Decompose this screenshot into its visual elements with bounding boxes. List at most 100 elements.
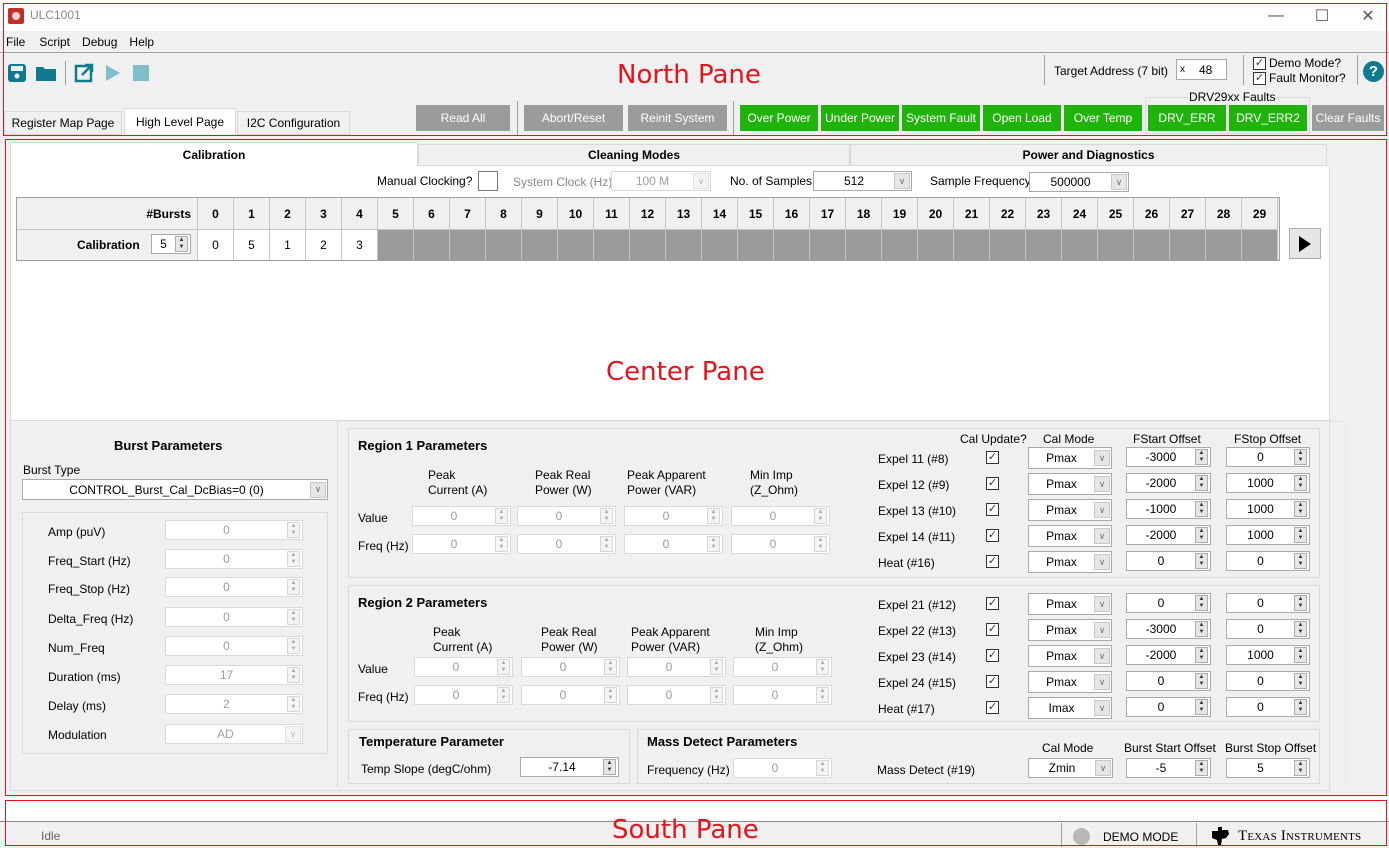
burst-field-spinner[interactable]: 0 ▲ ▼	[165, 577, 303, 597]
fstop-offset-spinner[interactable]: 1000 ▲ ▼	[1226, 473, 1310, 493]
menu-debug[interactable]: Debug	[78, 35, 125, 49]
spinner-arrows-icon[interactable]: ▲ ▼	[1195, 647, 1208, 663]
spinner-arrows-icon[interactable]: ▲ ▼	[287, 579, 300, 595]
spinner-arrows-icon[interactable]: ▲ ▼	[497, 687, 510, 703]
spinner-arrows-icon[interactable]: ▲ ▼	[495, 508, 508, 524]
cal-mode-select[interactable]: Pmax ∨	[1028, 645, 1112, 667]
demo-mode-checkbox[interactable]: ✓ Demo Mode?	[1253, 56, 1341, 70]
spinner-arrows-icon[interactable]: ▲ ▼	[1294, 449, 1307, 465]
fstop-offset-spinner[interactable]: 0 ▲ ▼	[1226, 593, 1310, 613]
region-value-spinner[interactable]: 0 ▲ ▼	[733, 685, 832, 705]
burst-field-spinner[interactable]: 2 ▲ ▼	[165, 694, 303, 714]
spinner-arrows-icon[interactable]: ▲ ▼	[175, 236, 188, 252]
minimize-button[interactable]: —	[1253, 0, 1299, 31]
system-fault-indicator[interactable]: System Fault	[902, 105, 980, 131]
menu-file[interactable]: File	[6, 35, 33, 49]
fstart-offset-spinner[interactable]: -1000 ▲ ▼	[1126, 499, 1211, 519]
cal-update-checkbox[interactable]: ✓	[986, 701, 999, 714]
spinner-arrows-icon[interactable]: ▲ ▼	[1294, 553, 1307, 569]
burst-field-spinner[interactable]: 0 ▲ ▼	[165, 607, 303, 627]
abort-reset-button[interactable]: Abort/Reset	[524, 105, 623, 131]
spinner-arrows-icon[interactable]: ▲ ▼	[707, 536, 720, 552]
burst-cell[interactable]	[486, 229, 522, 260]
read-all-button[interactable]: Read All	[416, 105, 510, 131]
tab-i2c-configuration[interactable]: I2C Configuration	[237, 111, 350, 135]
region-value-spinner[interactable]: 0 ▲ ▼	[624, 534, 723, 554]
cal-mode-select[interactable]: Imax ∨	[1028, 697, 1112, 719]
spinner-arrows-icon[interactable]: ▲ ▼	[1294, 673, 1307, 689]
region-value-spinner[interactable]: 0 ▲ ▼	[733, 657, 832, 677]
system-clock-select[interactable]: 100 M ∨	[611, 171, 711, 191]
fstart-offset-spinner[interactable]: -2000 ▲ ▼	[1126, 645, 1211, 665]
cal-update-checkbox[interactable]: ✓	[986, 675, 999, 688]
burst-cell[interactable]	[450, 229, 486, 260]
over-temp-indicator[interactable]: Over Temp	[1064, 105, 1142, 131]
region-value-spinner[interactable]: 0 ▲ ▼	[517, 506, 616, 526]
spinner-arrows-icon[interactable]: ▲ ▼	[816, 760, 829, 776]
fstop-offset-spinner[interactable]: 0 ▲ ▼	[1226, 551, 1310, 571]
fstop-offset-spinner[interactable]: 0 ▲ ▼	[1226, 697, 1310, 717]
region-value-spinner[interactable]: 0 ▲ ▼	[627, 657, 726, 677]
stop-icon[interactable]	[131, 63, 151, 83]
over-power-indicator[interactable]: Over Power	[740, 105, 818, 131]
region-value-spinner[interactable]: 0 ▲ ▼	[624, 506, 723, 526]
region-value-spinner[interactable]: 0 ▲ ▼	[521, 685, 620, 705]
spinner-arrows-icon[interactable]: ▲ ▼	[287, 638, 300, 654]
temp-slope-spinner[interactable]: -7.14 ▲ ▼	[520, 757, 619, 777]
burst-cell[interactable]	[738, 229, 774, 260]
spinner-arrows-icon[interactable]: ▲ ▼	[287, 551, 300, 567]
burst-cell[interactable]	[990, 229, 1026, 260]
spinner-arrows-icon[interactable]: ▲ ▼	[710, 659, 723, 675]
open-load-indicator[interactable]: Open Load	[983, 105, 1061, 131]
burst-field-spinner[interactable]: 17 ▲ ▼	[165, 665, 303, 685]
cal-update-checkbox[interactable]: ✓	[986, 597, 999, 610]
burst-cell[interactable]	[882, 229, 918, 260]
spinner-arrows-icon[interactable]: ▲ ▼	[603, 759, 616, 775]
under-power-indicator[interactable]: Under Power	[821, 105, 899, 131]
drv-err2-indicator[interactable]: DRV_ERR2	[1229, 105, 1307, 131]
burst-cell[interactable]	[1170, 229, 1206, 260]
burst-cell[interactable]	[378, 229, 414, 260]
burst-cell[interactable]	[918, 229, 954, 260]
reinit-system-button[interactable]: Reinit System	[628, 105, 727, 131]
cal-mode-select[interactable]: Pmax ∨	[1028, 619, 1112, 641]
spinner-arrows-icon[interactable]: ▲ ▼	[600, 508, 613, 524]
cal-update-checkbox[interactable]: ✓	[986, 649, 999, 662]
fstop-offset-spinner[interactable]: 0 ▲ ▼	[1226, 619, 1310, 639]
spinner-arrows-icon[interactable]: ▲ ▼	[1294, 527, 1307, 543]
burst-cell[interactable]	[666, 229, 702, 260]
burst-count-spinner[interactable]: 5 ▲ ▼	[151, 234, 191, 254]
menu-script[interactable]: Script	[33, 35, 78, 49]
cal-update-checkbox[interactable]: ✓	[986, 529, 999, 542]
spinner-arrows-icon[interactable]: ▲ ▼	[1195, 501, 1208, 517]
spinner-arrows-icon[interactable]: ▲ ▼	[287, 667, 300, 683]
spinner-arrows-icon[interactable]: ▲ ▼	[1294, 760, 1307, 776]
tab-power-and-diagnostics[interactable]: Power and Diagnostics	[850, 144, 1327, 166]
burst-cell[interactable]	[1134, 229, 1170, 260]
cal-update-checkbox[interactable]: ✓	[986, 555, 999, 568]
save-icon[interactable]	[7, 63, 27, 83]
region-value-spinner[interactable]: 0 ▲ ▼	[521, 657, 620, 677]
cal-update-checkbox[interactable]: ✓	[986, 503, 999, 516]
spinner-arrows-icon[interactable]: ▲ ▼	[1294, 475, 1307, 491]
spinner-arrows-icon[interactable]: ▲ ▼	[1195, 449, 1208, 465]
open-folder-icon[interactable]	[35, 63, 57, 83]
tab-high-level-page[interactable]: High Level Page	[124, 108, 236, 134]
next-page-button[interactable]	[1289, 228, 1321, 259]
tab-cleaning-modes[interactable]: Cleaning Modes	[418, 144, 850, 166]
fstart-offset-spinner[interactable]: -3000 ▲ ▼	[1126, 447, 1211, 467]
spinner-arrows-icon[interactable]: ▲ ▼	[1195, 699, 1208, 715]
cal-mode-select[interactable]: Pmax ∨	[1028, 499, 1112, 521]
spinner-arrows-icon[interactable]: ▲ ▼	[814, 536, 827, 552]
maximize-button[interactable]: ☐	[1299, 0, 1345, 31]
burst-cell[interactable]	[846, 229, 882, 260]
burst-cell[interactable]	[630, 229, 666, 260]
drv-err-indicator[interactable]: DRV_ERR	[1148, 105, 1226, 131]
burst-cell[interactable]	[1206, 229, 1242, 260]
burst-cell[interactable]	[558, 229, 594, 260]
cal-mode-select[interactable]: Pmax ∨	[1028, 593, 1112, 615]
burst-cell[interactable]	[1026, 229, 1062, 260]
spinner-arrows-icon[interactable]: ▲ ▼	[1294, 501, 1307, 517]
burst-field-spinner[interactable]: 0 ▲ ▼	[165, 636, 303, 656]
cal-mode-select[interactable]: Pmax ∨	[1028, 551, 1112, 573]
